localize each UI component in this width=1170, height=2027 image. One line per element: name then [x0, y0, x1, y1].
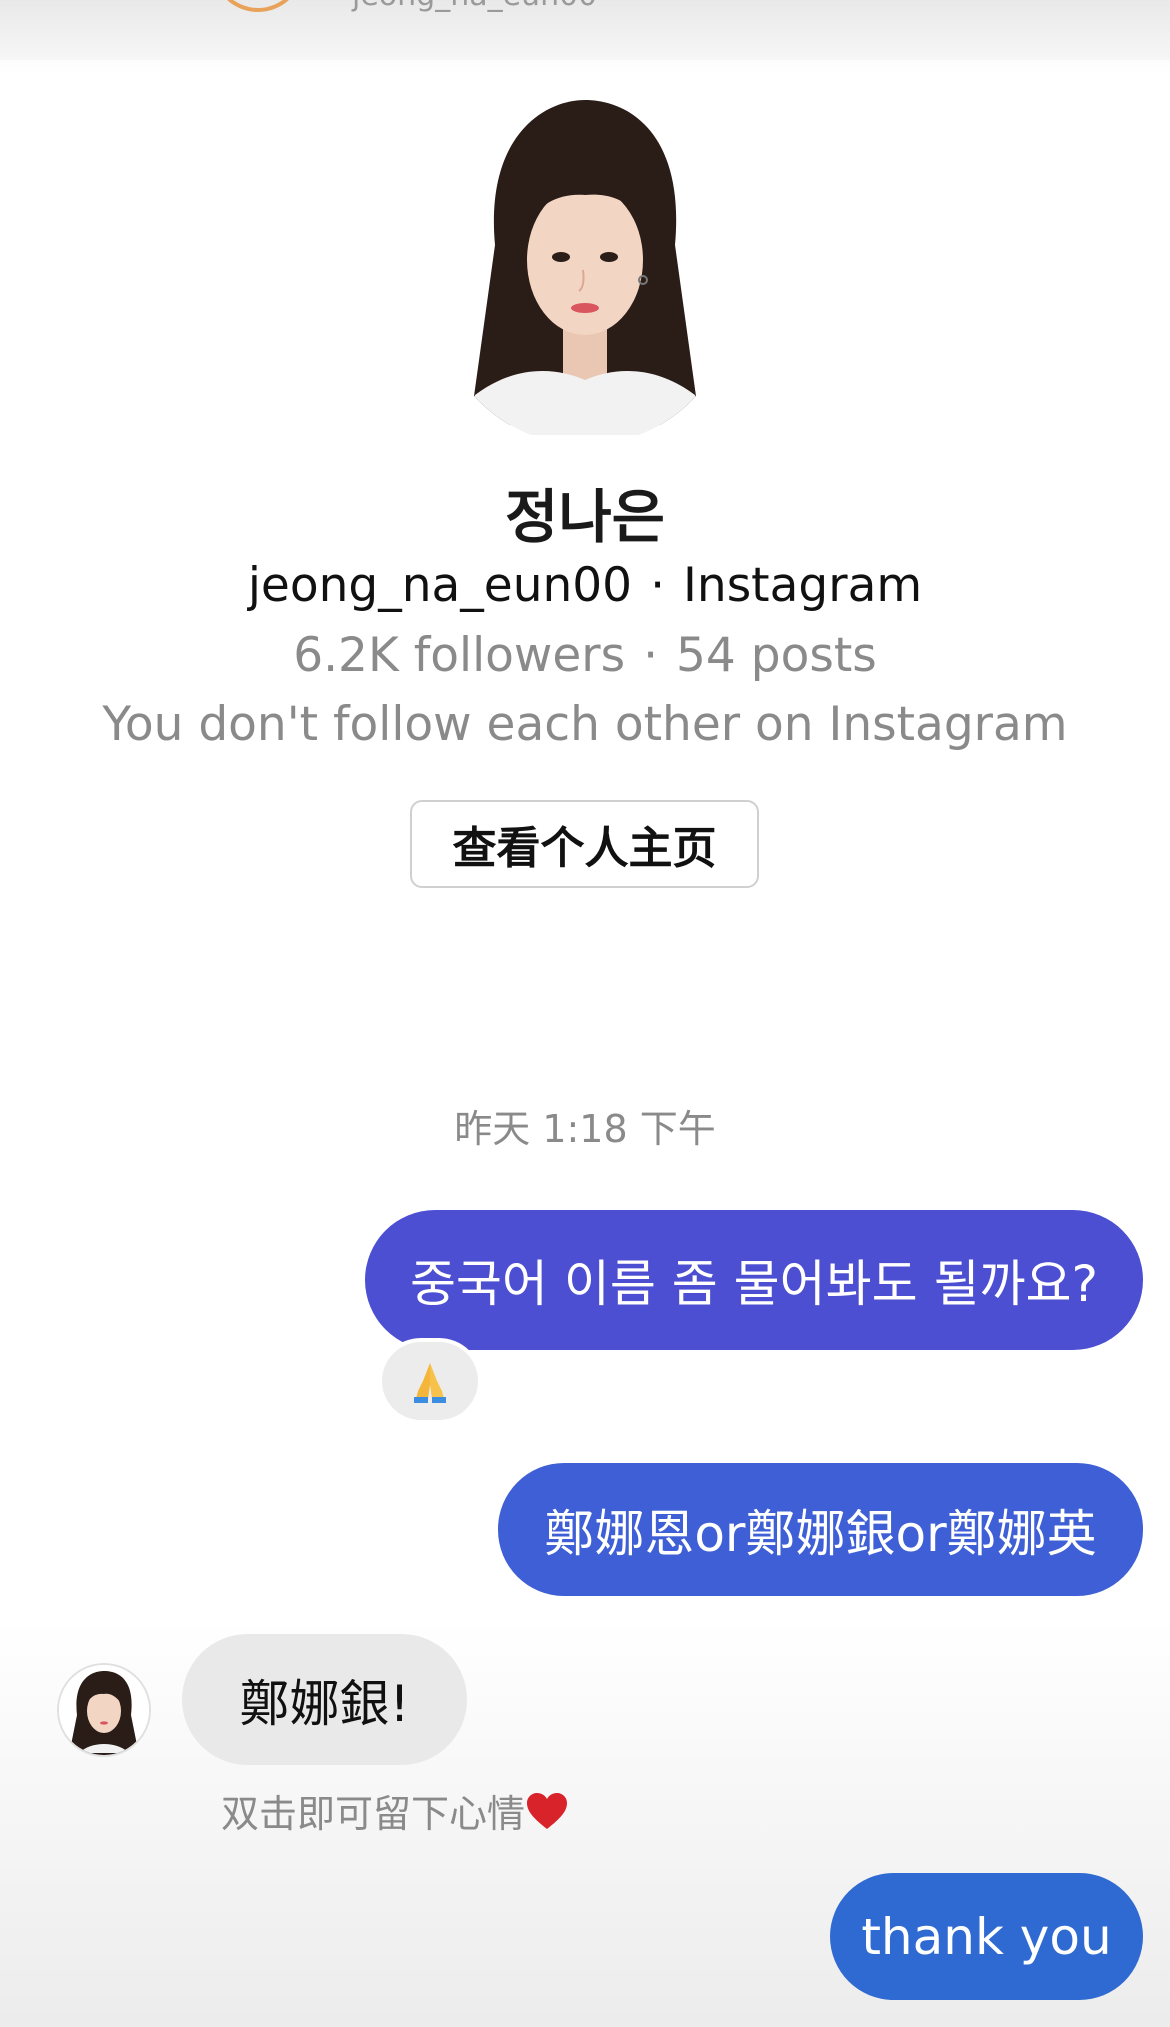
praying-hands-icon — [414, 1363, 446, 1403]
profile-username: jeong_na_eun00 — [247, 558, 633, 613]
outgoing-message-bubble[interactable]: 중국어 이름 좀 물어봐도 될까요? — [365, 1210, 1143, 1350]
profile-platform: Instagram — [683, 558, 923, 613]
profile-stats: 6.2K followers · 54 posts — [293, 628, 877, 683]
message-text: 중국어 이름 좀 물어봐도 될까요? — [409, 1255, 1099, 1313]
outgoing-message-bubble[interactable]: 鄭娜恩or鄭娜銀or鄭娜英 — [498, 1463, 1143, 1596]
followers-count: 6.2K followers — [293, 628, 626, 683]
message-timestamp: 昨天 1:18 下午 — [454, 1107, 716, 1151]
red-heart-icon — [527, 1792, 568, 1829]
incoming-message-bubble[interactable]: 鄭娜銀! — [182, 1634, 467, 1765]
hint-text: 双击即可留下心情 — [221, 1792, 526, 1836]
sender-avatar[interactable] — [57, 1663, 151, 1757]
double-tap-hint: 双击即可留下心情 — [221, 1783, 569, 1838]
profile-photo[interactable] — [435, 95, 735, 435]
profile-username-line: jeong_na_eun00 · Instagram — [247, 558, 923, 613]
message-text: thank you — [861, 1907, 1112, 1966]
message-text: 鄭娜銀! — [239, 1674, 410, 1733]
header-username[interactable]: jeong_na_eun00 — [352, 0, 597, 13]
message-text: 鄭娜恩or鄭娜銀or鄭娜英 — [544, 1504, 1097, 1563]
follow-status: You don't follow each other on Instagram — [102, 697, 1068, 752]
outgoing-message-bubble[interactable]: thank you — [830, 1873, 1143, 2000]
posts-count: 54 posts — [676, 628, 877, 683]
profile-display-name: 정나은 — [504, 483, 666, 551]
message-reaction[interactable] — [378, 1338, 482, 1424]
view-profile-button[interactable]: 查看个人主页 — [410, 800, 759, 888]
